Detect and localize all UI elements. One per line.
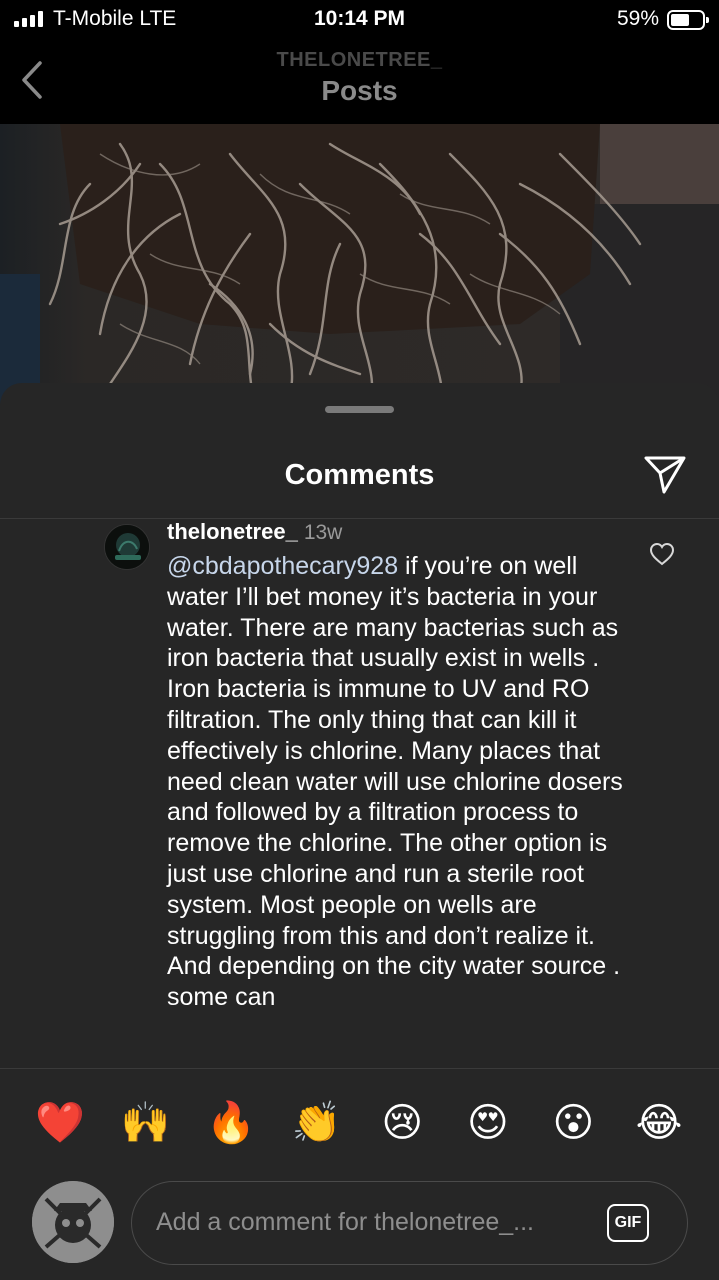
emoji-raising-hands[interactable]: 🙌 (104, 1091, 188, 1155)
emoji-heart[interactable]: ❤️ (18, 1091, 102, 1155)
comment-input-placeholder: Add a comment for thelonetree_... (156, 1208, 534, 1236)
comment-username[interactable]: thelonetree_ (167, 519, 298, 544)
emoji-surprised[interactable]: 😮 (531, 1091, 615, 1155)
profile-username: THELONETREE_ (276, 49, 443, 71)
comment-input[interactable]: Add a comment for thelonetree_... GIF (131, 1181, 688, 1265)
mention-link[interactable]: @cbdapothecary928 (167, 552, 398, 580)
paper-plane-icon (644, 456, 686, 494)
share-button[interactable] (643, 455, 687, 495)
emoji-crying[interactable]: 😢 (360, 1091, 444, 1155)
nav-header: THELONETREE_ Posts (0, 40, 719, 124)
like-comment-button[interactable] (649, 542, 675, 566)
quick-reaction-bar: ❤️ 🙌 🔥 👏 😢 😍 😮 😂 (18, 1091, 701, 1155)
heart-outline-icon (649, 542, 675, 566)
sheet-grabber[interactable] (325, 406, 394, 413)
comment-body: @cbdapothecary928 if you’re on well wate… (167, 551, 627, 1013)
gif-button[interactable]: GIF (607, 1204, 649, 1242)
clock: 10:14 PM (313, 7, 406, 30)
sheet-title: Comments (284, 459, 435, 491)
status-bar: T-Mobile LTE 10:14 PM 59% (0, 0, 719, 40)
emoji-fire[interactable]: 🔥 (189, 1091, 273, 1155)
comment-text: if you’re on well water I’ll bet money i… (167, 552, 623, 1012)
divider (0, 1068, 719, 1069)
emoji-clapping[interactable]: 👏 (275, 1091, 359, 1155)
emoji-laughing[interactable]: 😂 (617, 1091, 701, 1155)
emoji-heart-eyes[interactable]: 😍 (446, 1091, 530, 1155)
avatar[interactable] (104, 524, 150, 570)
page-title: Posts (321, 75, 398, 106)
comment-timestamp: 13w (303, 521, 343, 544)
battery-percent: 59% (616, 7, 659, 30)
battery-icon (667, 10, 709, 30)
post-image (0, 124, 719, 424)
user-avatar[interactable] (32, 1181, 114, 1263)
comments-sheet: Comments thelonetree_ 13w @cbdapothecary9… (0, 383, 719, 1280)
comment-header: thelonetree_ 13w (167, 519, 342, 545)
comment-list[interactable]: thelonetree_ 13w @cbdapothecary928 if you… (0, 519, 719, 1068)
